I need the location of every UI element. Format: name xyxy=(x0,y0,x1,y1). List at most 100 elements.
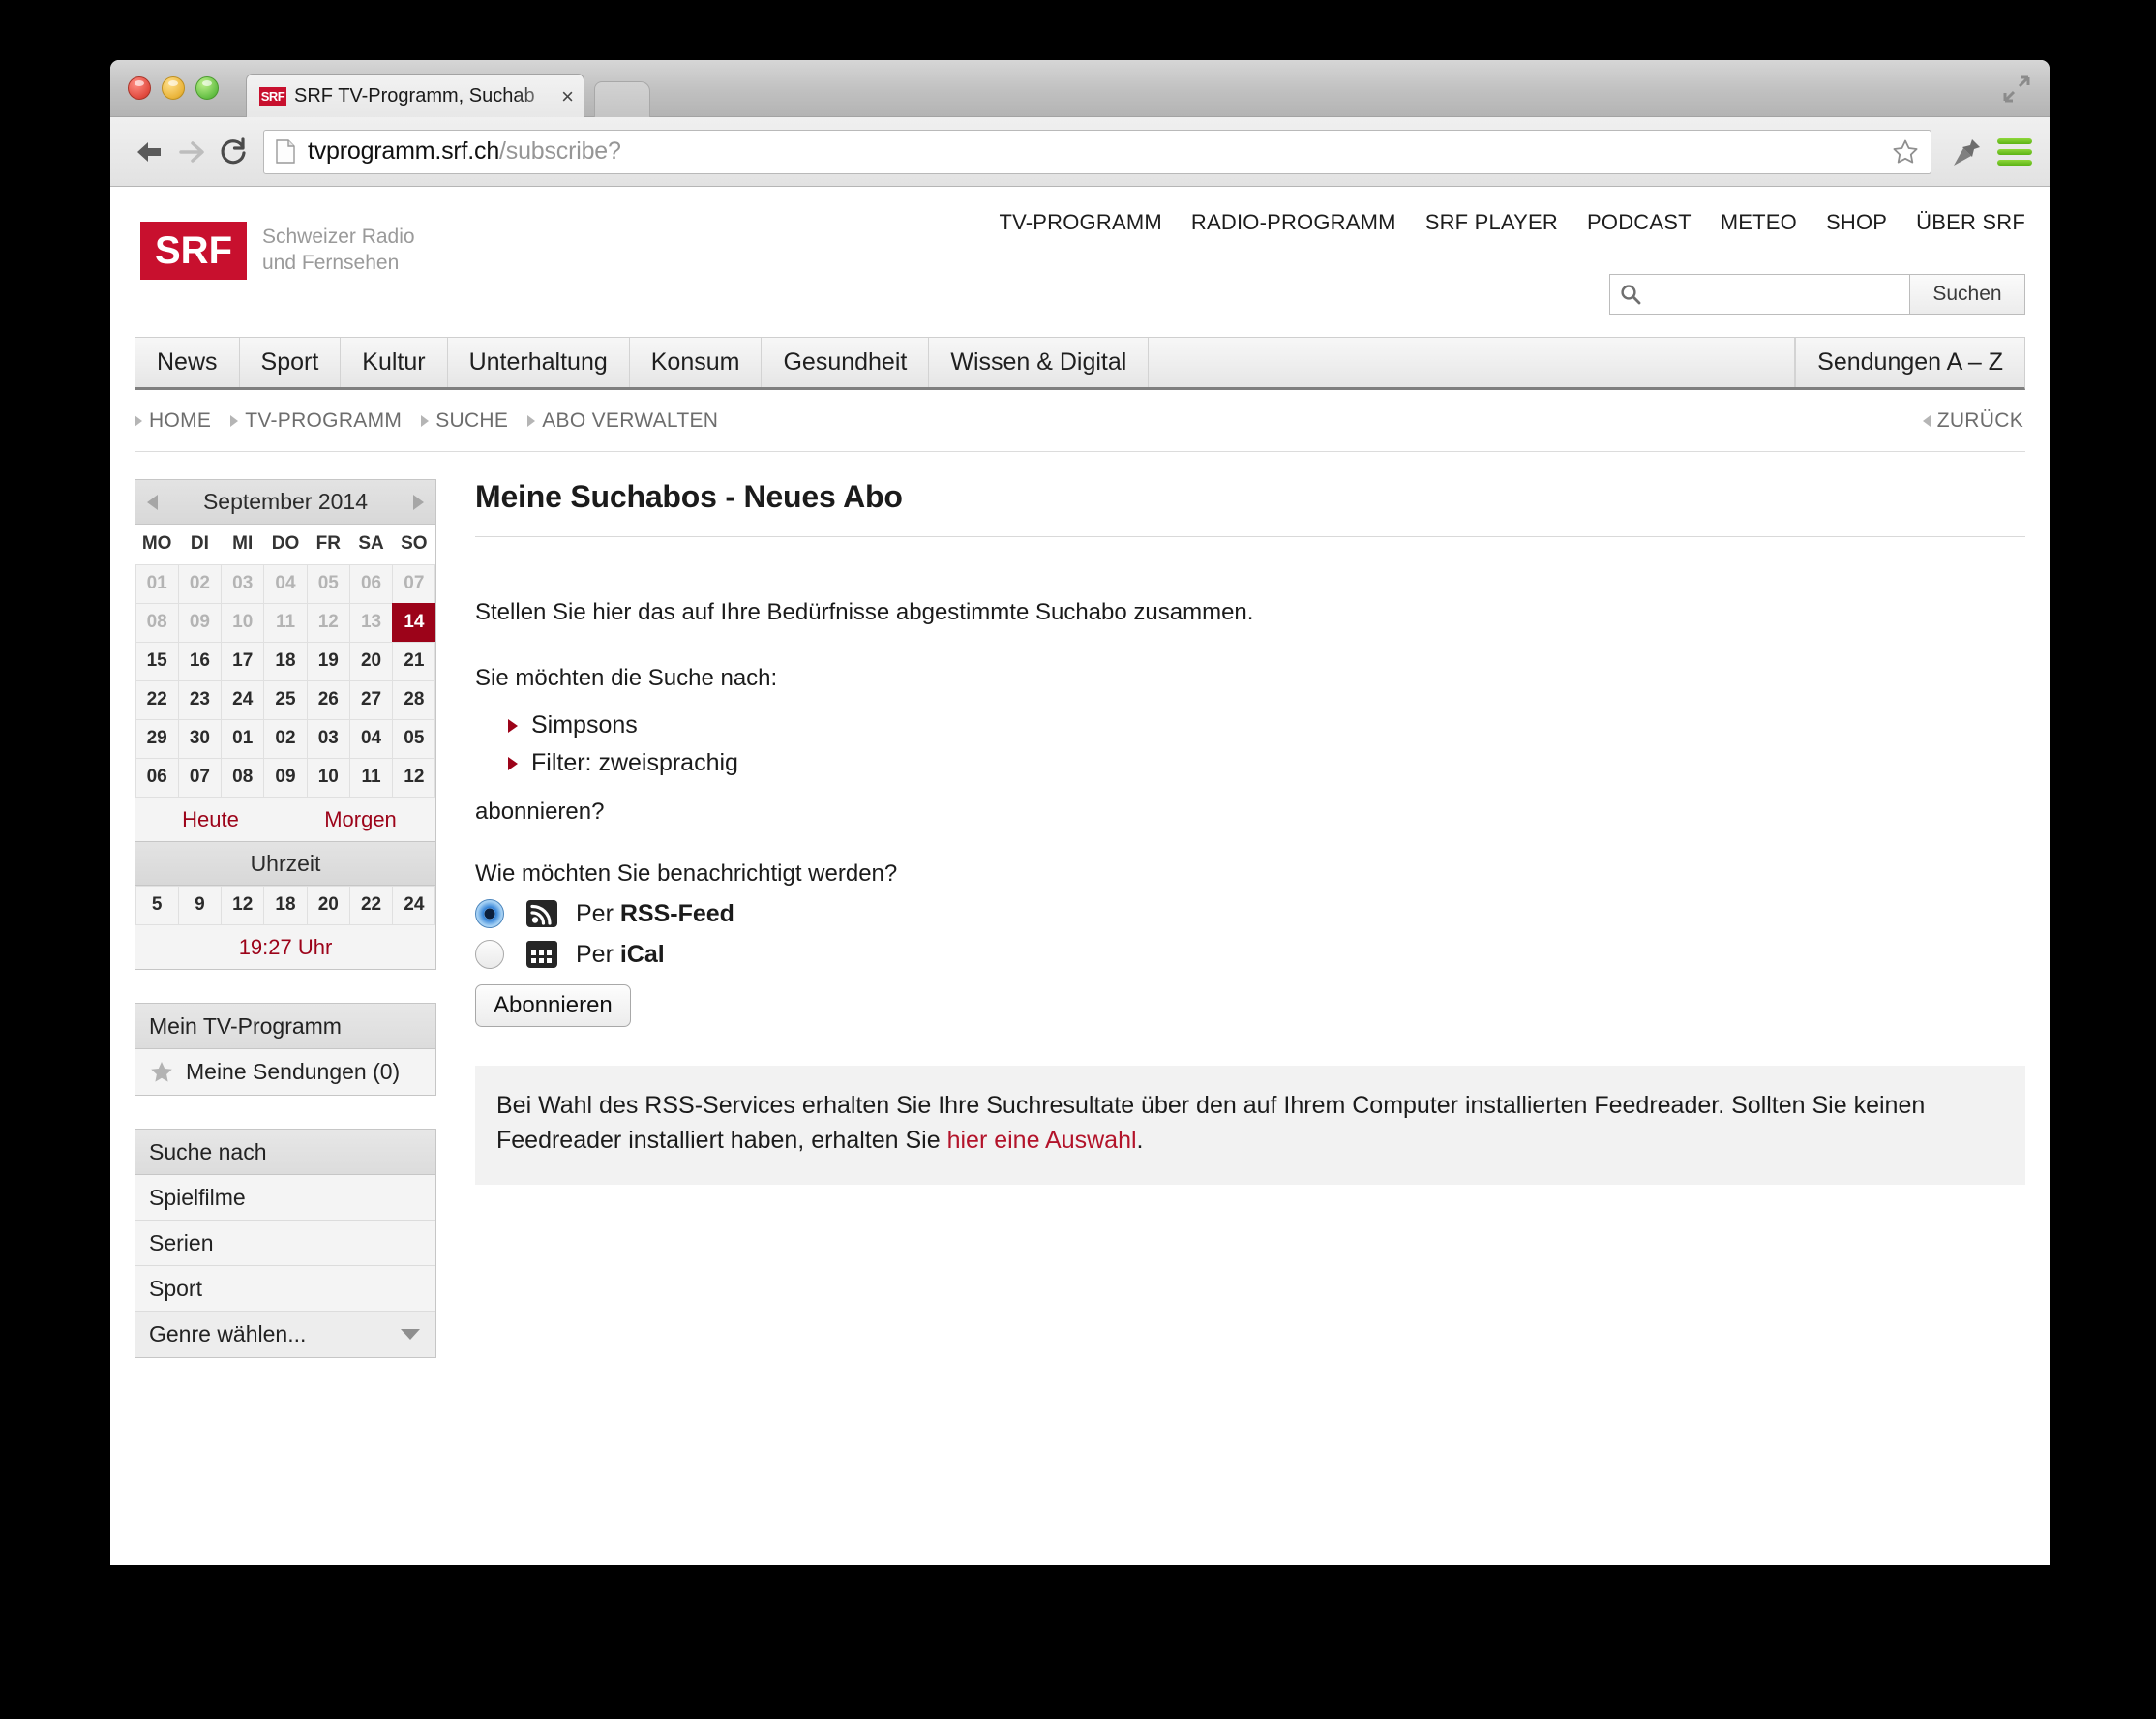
calendar-day[interactable]: 08 xyxy=(221,757,265,798)
calendar-day[interactable]: 05 xyxy=(306,563,350,604)
calendar-day[interactable]: 24 xyxy=(221,679,265,720)
bookmark-star-icon[interactable] xyxy=(1892,138,1919,166)
calendar-day[interactable]: 21 xyxy=(392,641,436,681)
breadcrumb-link-suche[interactable]: SUCHE xyxy=(435,409,508,433)
back-link-label[interactable]: ZURÜCK xyxy=(1937,409,2023,433)
calendar-day[interactable]: 26 xyxy=(306,679,350,720)
main-nav-item-gesundheit[interactable]: Gesundheit xyxy=(762,338,930,387)
fullscreen-icon[interactable] xyxy=(2003,75,2030,103)
radio-rss[interactable] xyxy=(475,899,504,928)
calendar-day[interactable]: 01 xyxy=(135,563,179,604)
calendar-tomorrow-link[interactable]: Morgen xyxy=(285,807,435,832)
new-tab-button[interactable] xyxy=(594,81,650,118)
calendar-day[interactable]: 08 xyxy=(135,602,179,643)
calendar-day[interactable]: 17 xyxy=(221,641,265,681)
calendar-prev-month-icon[interactable] xyxy=(147,494,158,510)
search-input-wrapper[interactable] xyxy=(1609,274,1909,315)
calendar-day[interactable]: 14 xyxy=(392,602,436,643)
hour-option[interactable]: 18 xyxy=(263,885,308,925)
calendar-day[interactable]: 30 xyxy=(177,718,223,759)
calendar-day[interactable]: 03 xyxy=(221,563,265,604)
calendar-day[interactable]: 25 xyxy=(263,679,308,720)
calendar-day[interactable]: 15 xyxy=(135,641,179,681)
search-for-item-serien[interactable]: Serien xyxy=(135,1221,435,1266)
calendar-day[interactable]: 12 xyxy=(306,602,350,643)
search-submit-button[interactable]: Suchen xyxy=(1909,274,2025,315)
breadcrumb-item-tv-programm[interactable]: TV-PROGRAMM xyxy=(230,409,402,433)
main-nav-item-konsum[interactable]: Konsum xyxy=(630,338,763,387)
calendar-day[interactable]: 02 xyxy=(263,718,308,759)
search-for-item-sport[interactable]: Sport xyxy=(135,1266,435,1312)
calendar-today-link[interactable]: Heute xyxy=(135,807,285,832)
calendar-day[interactable]: 18 xyxy=(263,641,308,681)
calendar-day[interactable]: 29 xyxy=(135,718,179,759)
criteria-item[interactable]: Filter: zweisprachig xyxy=(508,749,2025,777)
calendar-day[interactable]: 04 xyxy=(263,563,308,604)
calendar-day[interactable]: 06 xyxy=(348,563,394,604)
my-shows-row[interactable]: Meine Sendungen (0) xyxy=(135,1049,435,1095)
calendar-day[interactable]: 20 xyxy=(348,641,394,681)
hour-option[interactable]: 9 xyxy=(177,885,223,925)
main-nav-item-sendungen-az[interactable]: Sendungen A – Z xyxy=(1795,338,2024,387)
calendar-day[interactable]: 09 xyxy=(177,602,223,643)
main-nav-item-kultur[interactable]: Kultur xyxy=(341,338,448,387)
calendar-day[interactable]: 04 xyxy=(348,718,394,759)
reload-icon[interactable] xyxy=(213,131,255,173)
calendar-day[interactable]: 09 xyxy=(263,757,308,798)
breadcrumb-link-abo-verwalten[interactable]: ABO VERWALTEN xyxy=(542,409,718,433)
main-nav-item-unterhaltung[interactable]: Unterhaltung xyxy=(448,338,630,387)
srf-logo[interactable]: SRF Schweizer Radio und Fernsehen xyxy=(140,222,415,280)
option-row-ical[interactable]: Per iCal xyxy=(475,940,2025,969)
calendar-day[interactable]: 06 xyxy=(135,757,179,798)
top-nav-item-6[interactable]: ÜBER SRF xyxy=(1916,210,2025,235)
calendar-day[interactable]: 11 xyxy=(263,602,308,643)
pin-icon[interactable] xyxy=(1951,136,1984,168)
hour-option[interactable]: 22 xyxy=(348,885,394,925)
top-nav-item-4[interactable]: METEO xyxy=(1721,210,1797,235)
genre-select[interactable]: Genre wählen... xyxy=(135,1312,435,1357)
top-nav-item-2[interactable]: SRF PLAYER xyxy=(1425,210,1558,235)
calendar-day[interactable]: 28 xyxy=(392,679,436,720)
calendar-day[interactable]: 10 xyxy=(221,602,265,643)
top-nav-item-5[interactable]: SHOP xyxy=(1826,210,1887,235)
back-icon[interactable] xyxy=(128,131,170,173)
hour-option[interactable]: 20 xyxy=(306,885,350,925)
top-nav-item-1[interactable]: RADIO-PROGRAMM xyxy=(1191,210,1396,235)
calendar-day[interactable]: 07 xyxy=(392,563,436,604)
main-nav-item-wissen-digital[interactable]: Wissen & Digital xyxy=(929,338,1150,387)
calendar-day[interactable]: 16 xyxy=(177,641,223,681)
calendar-day[interactable]: 22 xyxy=(135,679,179,720)
hour-option[interactable]: 12 xyxy=(221,885,265,925)
minimize-window-button[interactable] xyxy=(162,76,185,100)
criteria-item[interactable]: Simpsons xyxy=(508,711,2025,739)
breadcrumb-item-home[interactable]: HOME xyxy=(135,409,211,433)
chrome-menu-icon[interactable] xyxy=(1997,137,2032,166)
address-bar[interactable]: tvprogramm.srf.ch/subscribe? xyxy=(263,129,1931,174)
back-link[interactable]: ZURÜCK xyxy=(1922,409,2023,433)
calendar-day[interactable]: 10 xyxy=(306,757,350,798)
browser-tab[interactable]: SRF SRF TV-Programm, Suchab × xyxy=(246,74,584,118)
calendar-day[interactable]: 01 xyxy=(221,718,265,759)
calendar-day[interactable]: 07 xyxy=(177,757,223,798)
search-input[interactable] xyxy=(1641,275,1909,314)
breadcrumb-link-tv-programm[interactable]: TV-PROGRAMM xyxy=(245,409,402,433)
hour-option[interactable]: 24 xyxy=(392,885,436,925)
top-nav-item-3[interactable]: PODCAST xyxy=(1587,210,1692,235)
hour-option[interactable]: 5 xyxy=(135,885,179,925)
feedreader-selection-link[interactable]: hier eine Auswahl xyxy=(947,1127,1137,1154)
calendar-day[interactable]: 03 xyxy=(306,718,350,759)
calendar-day[interactable]: 02 xyxy=(177,563,223,604)
maximize-window-button[interactable] xyxy=(195,76,219,100)
breadcrumb-item-suche[interactable]: SUCHE xyxy=(421,409,508,433)
calendar-day[interactable]: 27 xyxy=(348,679,394,720)
calendar-day[interactable]: 05 xyxy=(392,718,436,759)
calendar-day[interactable]: 19 xyxy=(306,641,350,681)
calendar-day[interactable]: 23 xyxy=(177,679,223,720)
search-for-item-spielfilme[interactable]: Spielfilme xyxy=(135,1175,435,1221)
close-tab-icon[interactable]: × xyxy=(561,85,574,107)
calendar-next-month-icon[interactable] xyxy=(412,494,424,510)
calendar-day[interactable]: 12 xyxy=(392,757,436,798)
main-nav-item-news[interactable]: News xyxy=(135,338,240,387)
top-nav-item-0[interactable]: TV-PROGRAMM xyxy=(999,210,1161,235)
radio-ical[interactable] xyxy=(475,940,504,969)
